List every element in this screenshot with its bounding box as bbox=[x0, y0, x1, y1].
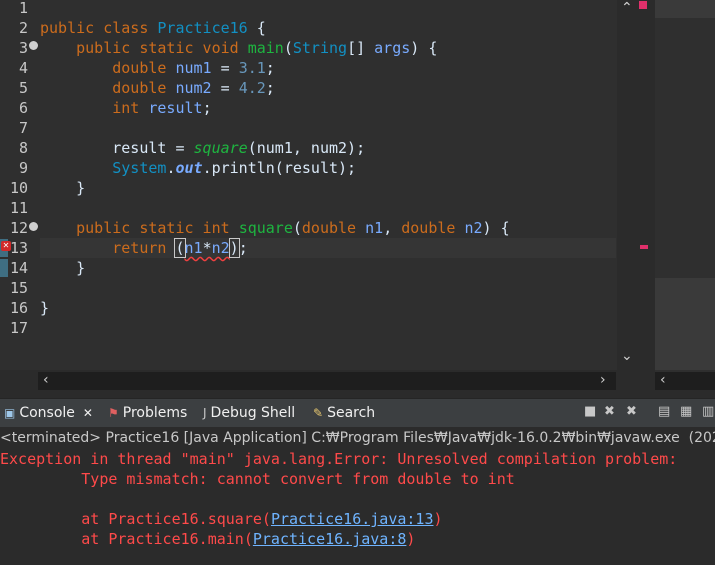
stack-trace-link[interactable]: Practice16.java:8 bbox=[253, 530, 407, 548]
remove-launch-icon[interactable]: ✖ bbox=[604, 404, 615, 419]
line-number-gutter: 1 2 3 4 5 6 7 8 9 10 11 12 13 14 15 16 1… bbox=[0, 0, 40, 370]
code-line: } bbox=[40, 259, 86, 277]
console-line: at Practice16.main(Practice16.java:8) bbox=[0, 530, 416, 548]
console-output[interactable]: Exception in thread "main" java.lang.Err… bbox=[0, 449, 715, 565]
console-line: Type mismatch: cannot convert from doubl… bbox=[0, 470, 515, 488]
line-number: 17 bbox=[9, 319, 28, 337]
debug-shell-icon: J bbox=[203, 406, 207, 420]
console-icon: ▣ bbox=[4, 406, 16, 420]
tab-console[interactable]: ▣ Console ✕ bbox=[4, 399, 93, 427]
tab-search[interactable]: ✎ Search bbox=[313, 399, 375, 427]
line-number: 8 bbox=[18, 139, 28, 157]
word-wrap-icon[interactable]: ▥ bbox=[702, 404, 714, 419]
scroll-left-icon[interactable]: ‹ bbox=[660, 372, 666, 388]
console-line: Exception in thread "main" java.lang.Err… bbox=[0, 450, 687, 468]
overview-ruler[interactable] bbox=[637, 0, 655, 390]
scroll-down-icon[interactable]: ⌄ bbox=[621, 348, 633, 364]
line-number: 9 bbox=[18, 159, 28, 177]
search-icon: ✎ bbox=[313, 406, 324, 420]
code-line: double num2 = 4.2; bbox=[40, 79, 275, 97]
problems-icon: ⚑ bbox=[108, 406, 119, 420]
console-status: <terminated> Practice16 [Java Applicatio… bbox=[0, 428, 715, 448]
close-icon[interactable]: ✕ bbox=[83, 399, 93, 427]
error-indicator-icon[interactable] bbox=[639, 1, 647, 9]
line-number: 10 bbox=[9, 179, 28, 197]
line-number: 15 bbox=[9, 279, 28, 297]
tab-debug-shell[interactable]: J Debug Shell bbox=[203, 399, 295, 427]
fold-toggle-icon[interactable] bbox=[29, 41, 38, 50]
line-number: 16 bbox=[9, 299, 28, 317]
change-marker bbox=[0, 259, 8, 277]
code-line: int result; bbox=[40, 99, 212, 117]
tab-problems[interactable]: ⚑ Problems bbox=[108, 399, 187, 427]
line-number: 11 bbox=[9, 199, 28, 217]
scroll-up-icon[interactable]: ⌃ bbox=[621, 0, 633, 16]
code-line: double num1 = 3.1; bbox=[40, 59, 275, 77]
error-marker-icon[interactable]: ✕ bbox=[1, 241, 11, 251]
line-number: 7 bbox=[18, 119, 28, 137]
horizontal-scrollbar[interactable]: ‹ › bbox=[38, 372, 616, 390]
scroll-lock-icon[interactable]: ▦ bbox=[680, 404, 692, 419]
remove-all-icon[interactable]: ✖ bbox=[626, 404, 637, 419]
line-number: 6 bbox=[18, 99, 28, 117]
vertical-scrollbar[interactable]: ⌃ ⌄ bbox=[617, 0, 637, 370]
line-number: 4 bbox=[18, 59, 28, 77]
line-number: 3 bbox=[18, 39, 28, 57]
clear-console-icon[interactable]: ▤ bbox=[658, 404, 670, 419]
line-number: 12 bbox=[9, 219, 28, 237]
scroll-left-icon[interactable]: ‹ bbox=[43, 372, 49, 388]
code-line: System.out.println(result); bbox=[40, 159, 357, 177]
code-line-current: return (n1*n2); bbox=[40, 238, 616, 258]
error-annotation-mark[interactable] bbox=[640, 245, 648, 249]
line-number: 5 bbox=[18, 79, 28, 97]
line-number: 2 bbox=[18, 19, 28, 37]
console-line: at Practice16.square(Practice16.java:13) bbox=[0, 510, 443, 528]
code-line: } bbox=[40, 299, 50, 317]
code-line: result = square(num1, num2); bbox=[40, 139, 366, 157]
code-editor[interactable]: 1 2 3 4 5 6 7 8 9 10 11 12 13 14 15 16 1… bbox=[0, 0, 637, 370]
code-line: public static int square(double n1, doub… bbox=[40, 219, 510, 237]
code-line: public static void main(String[] args) { bbox=[40, 39, 438, 57]
scroll-right-icon[interactable]: › bbox=[600, 372, 606, 388]
outline-pane: ‹ bbox=[655, 0, 715, 390]
terminate-icon[interactable]: ■ bbox=[584, 404, 596, 419]
code-line: public class Practice16 { bbox=[40, 19, 266, 37]
line-number: 1 bbox=[18, 0, 28, 17]
fold-toggle-icon[interactable] bbox=[29, 222, 38, 231]
code-line: } bbox=[40, 179, 86, 197]
outline-horizontal-scrollbar[interactable]: ‹ bbox=[655, 372, 715, 390]
stack-trace-link[interactable]: Practice16.java:13 bbox=[271, 510, 434, 528]
